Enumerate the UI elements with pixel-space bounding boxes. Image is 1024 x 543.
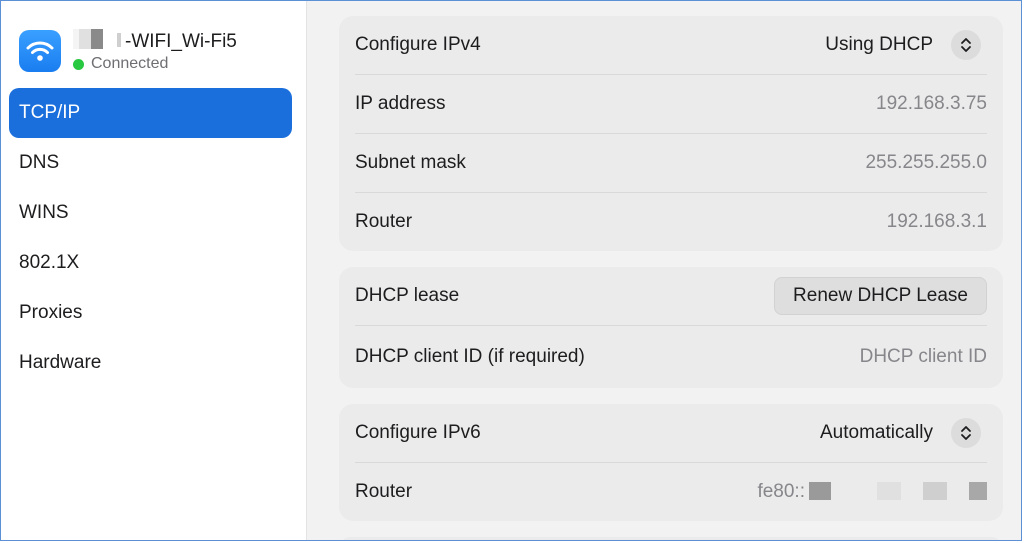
configure-ipv6-label: Configure IPv6: [355, 422, 481, 443]
ipv6-router-row: Router fe80::: [355, 463, 987, 521]
sidebar: -WIFI_Wi-Fi5 Connected TCP/IP DNS WINS 8…: [1, 1, 307, 540]
sidebar-item-tcpip[interactable]: TCP/IP: [9, 88, 292, 138]
redacted-region: [117, 33, 121, 47]
network-status: Connected: [73, 55, 168, 73]
redacted-region: [73, 29, 103, 49]
ipv4-router-row: Router 192.168.3.1: [355, 193, 987, 251]
ipv6-card: Configure IPv6 Automatically Router fe80…: [339, 404, 1003, 521]
sidebar-item-8021x[interactable]: 802.1X: [9, 238, 292, 288]
status-text: Connected: [91, 55, 169, 72]
dhcp-client-id-row: DHCP client ID (if required) DHCP client…: [355, 326, 987, 388]
dhcp-lease-row: DHCP lease Renew DHCP Lease: [355, 267, 987, 326]
ipv4-card: Configure IPv4 Using DHCP IP address 192…: [339, 16, 1003, 251]
chevron-up-down-icon[interactable]: [951, 30, 981, 60]
wifi-icon: [19, 30, 61, 72]
ipv6-router-text: fe80::: [757, 481, 805, 502]
redacted-region: [923, 482, 947, 500]
network-name: -WIFI_Wi-Fi5: [73, 29, 237, 53]
dhcp-client-id-label: DHCP client ID (if required): [355, 346, 585, 367]
sidebar-item-proxies[interactable]: Proxies: [9, 288, 292, 338]
ipv6-router-label: Router: [355, 481, 413, 502]
configure-ipv6-row: Configure IPv6 Automatically: [355, 404, 987, 463]
configure-ipv4-value: Using DHCP: [825, 34, 933, 55]
main-panel: Configure IPv4 Using DHCP IP address 192…: [339, 16, 1003, 540]
sidebar-item-dns[interactable]: DNS: [9, 138, 292, 188]
configure-ipv6-popup[interactable]: Automatically: [820, 418, 987, 448]
dhcp-card: DHCP lease Renew DHCP Lease DHCP client …: [339, 267, 1003, 388]
sidebar-item-hardware[interactable]: Hardware: [9, 338, 292, 388]
next-card: [339, 537, 1003, 540]
ipv6-router-value: fe80::: [757, 481, 987, 503]
sidebar-item-wins[interactable]: WINS: [9, 188, 292, 238]
ip-address-label: IP address: [355, 93, 446, 114]
dhcp-lease-label: DHCP lease: [355, 285, 460, 306]
configure-ipv4-popup[interactable]: Using DHCP: [825, 30, 987, 60]
dhcp-client-id-input[interactable]: DHCP client ID: [860, 346, 987, 368]
ip-address-value: 192.168.3.75: [876, 93, 987, 114]
configure-ipv4-label: Configure IPv4: [355, 34, 481, 55]
configure-ipv4-row: Configure IPv4 Using DHCP: [355, 16, 987, 75]
ip-address-row: IP address 192.168.3.75: [355, 75, 987, 134]
sidebar-nav: TCP/IP DNS WINS 802.1X Proxies Hardware: [9, 88, 292, 388]
redacted-region: [969, 482, 987, 500]
network-header: -WIFI_Wi-Fi5 Connected: [19, 25, 299, 81]
ipv4-router-label: Router: [355, 211, 413, 232]
subnet-mask-value: 255.255.255.0: [865, 152, 987, 173]
configure-ipv6-value: Automatically: [820, 422, 933, 443]
subnet-mask-label: Subnet mask: [355, 152, 466, 173]
ipv4-router-value: 192.168.3.1: [886, 211, 987, 232]
renew-dhcp-lease-button[interactable]: Renew DHCP Lease: [774, 277, 987, 315]
redacted-region: [877, 482, 901, 500]
subnet-mask-row: Subnet mask 255.255.255.0: [355, 134, 987, 193]
network-settings-window: -WIFI_Wi-Fi5 Connected TCP/IP DNS WINS 8…: [0, 0, 1022, 541]
redacted-region: [809, 482, 831, 500]
chevron-up-down-icon[interactable]: [951, 418, 981, 448]
status-dot-icon: [73, 58, 84, 70]
